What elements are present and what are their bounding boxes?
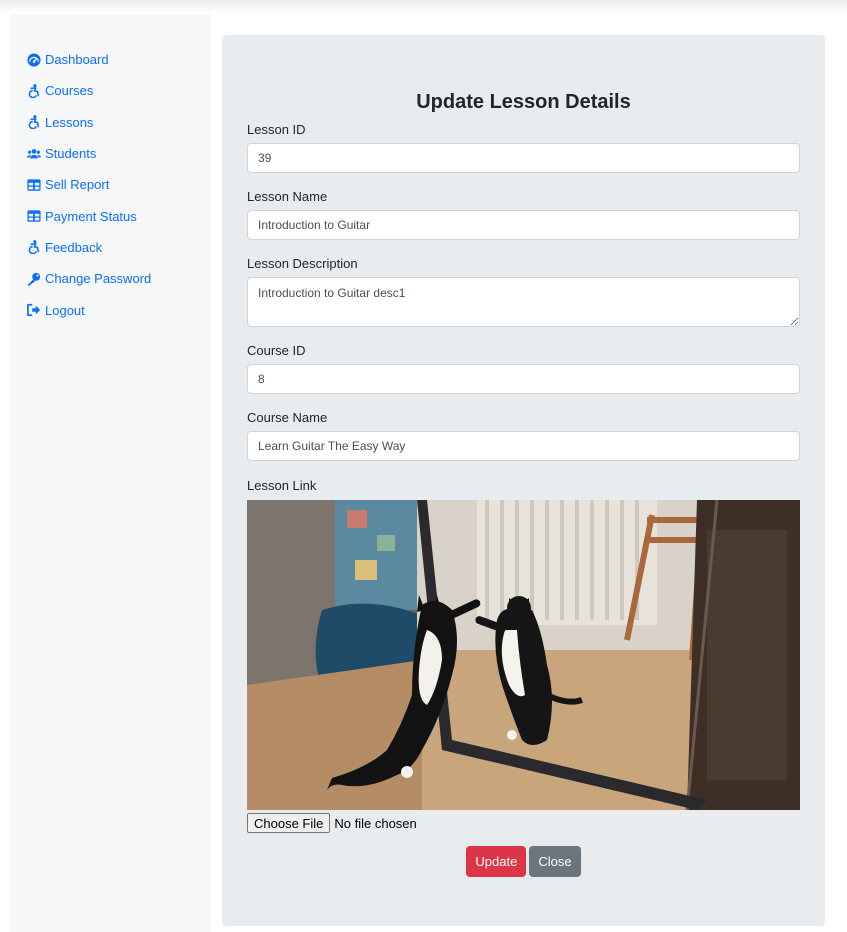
lesson-id-label: Lesson ID [247,122,306,137]
lesson-id-input[interactable] [247,143,800,173]
lesson-link-label: Lesson Link [247,478,317,493]
course-name-input[interactable] [247,431,800,461]
sidebar-item-label: Students [45,146,97,162]
course-id-input[interactable] [247,364,800,394]
accessible-icon [28,115,40,130]
table-icon [27,210,41,222]
lesson-description-label: Lesson Description [247,256,358,271]
accessible-icon [28,240,40,255]
sidebar-item-feedback[interactable]: Feedback [27,232,211,263]
sidebar-item-label: Courses [45,83,94,99]
sidebar-nav: Dashboard Courses Lessons Students Sell … [10,14,211,326]
update-lesson-panel: Update Lesson Details Lesson ID Lesson N… [222,35,825,926]
choose-file-button[interactable]: Choose File [247,813,331,833]
sidebar-item-label: Feedback [45,239,103,255]
close-button[interactable]: Close [529,846,581,877]
sidebar-item-payment-status[interactable]: Payment Status [27,200,211,231]
table-icon [27,179,41,191]
sidebar-item-change-password[interactable]: Change Password [27,263,211,294]
update-button[interactable]: Update [466,846,527,877]
sidebar-item-label: Dashboard [45,52,109,68]
lesson-video-player[interactable] [247,500,800,810]
sidebar-item-label: Payment Status [45,208,137,224]
sign-out-icon [27,303,41,317]
sidebar-item-label: Lessons [45,114,94,130]
sidebar-item-dashboard[interactable]: Dashboard [27,44,211,75]
sidebar-item-lessons[interactable]: Lessons [27,107,211,138]
sidebar-item-label: Sell Report [45,177,110,193]
sidebar-item-sell-report[interactable]: Sell Report [27,169,211,200]
lesson-description-textarea[interactable]: Introduction to Guitar desc1 [247,277,800,327]
sidebar: Dashboard Courses Lessons Students Sell … [10,14,211,932]
accessible-icon [28,84,40,98]
sidebar-item-students[interactable]: Students [27,138,211,169]
page-title: Update Lesson Details [416,91,631,113]
lesson-name-input[interactable] [247,210,800,240]
sidebar-item-courses[interactable]: Courses [27,75,211,106]
tachometer-icon [27,53,41,67]
file-upload: Choose File No file chosen [247,813,417,833]
sidebar-item-label: Logout [45,302,85,318]
sidebar-item-logout[interactable]: Logout [27,294,211,325]
users-icon [27,148,41,158]
form-actions: Update Close [222,846,825,877]
top-bar [0,0,847,14]
key-icon [27,272,41,286]
course-name-label: Course Name [247,410,328,425]
video-frame-image [247,500,800,810]
lesson-name-label: Lesson Name [247,189,328,204]
sidebar-item-label: Change Password [45,271,152,287]
file-status-text: No file chosen [334,815,417,831]
course-id-label: Course ID [247,343,306,358]
